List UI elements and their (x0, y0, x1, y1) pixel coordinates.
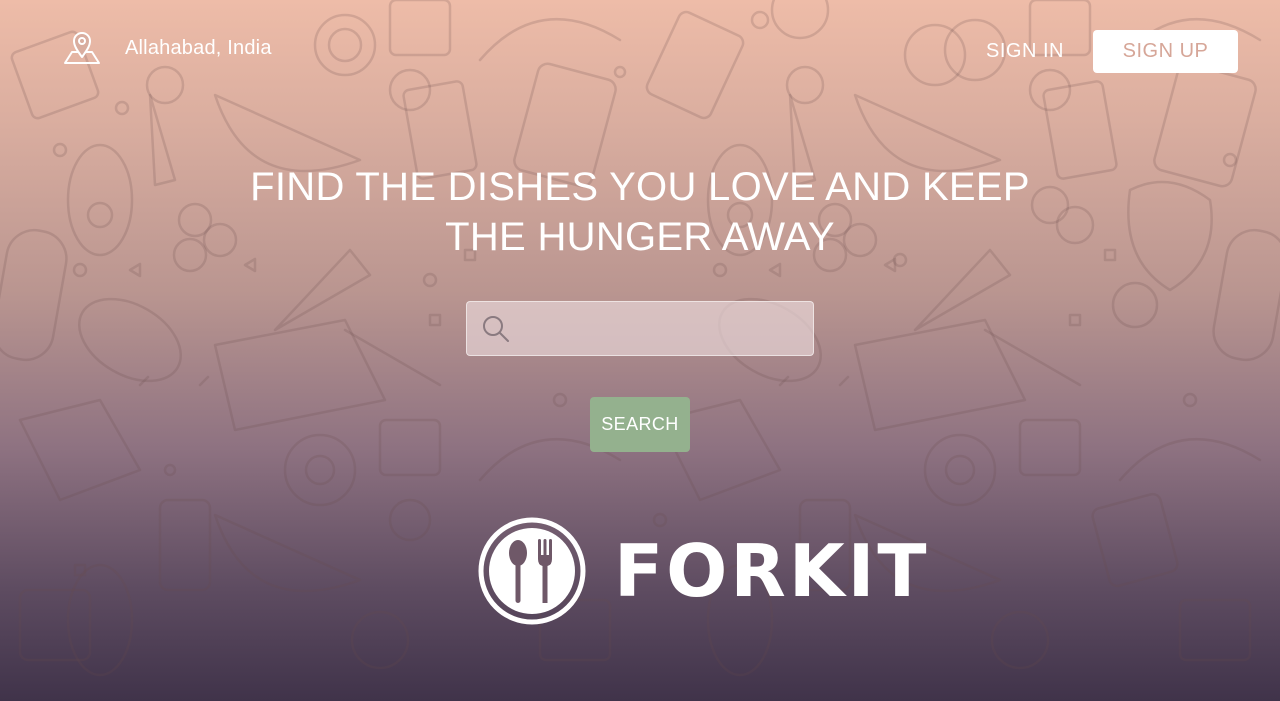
top-bar: Allahabad, India SIGN IN SIGN UP (0, 0, 1280, 100)
search-input[interactable] (523, 302, 807, 357)
location-selector[interactable]: Allahabad, India (62, 30, 272, 66)
hero-headline: FIND THE DISHES YOU LOVE AND KEEP THE HU… (140, 162, 1140, 262)
hero-headline-line-1: FIND THE DISHES YOU LOVE AND KEEP (250, 165, 1030, 209)
sign-up-button[interactable]: SIGN UP (1093, 30, 1238, 73)
search-button[interactable]: SEARCH (590, 397, 690, 452)
search-box[interactable] (466, 301, 814, 357)
map-pin-icon (64, 32, 100, 64)
spoon-fork-logo-icon (478, 517, 586, 625)
search-icon (483, 316, 509, 342)
brand-name: FORKIT (614, 529, 930, 613)
location-label: Allahabad, India (125, 36, 272, 59)
hero-headline-line-2: THE HUNGER AWAY (445, 215, 835, 259)
sign-in-link[interactable]: SIGN IN (986, 40, 1064, 63)
brand-logo: FORKIT (478, 517, 930, 625)
